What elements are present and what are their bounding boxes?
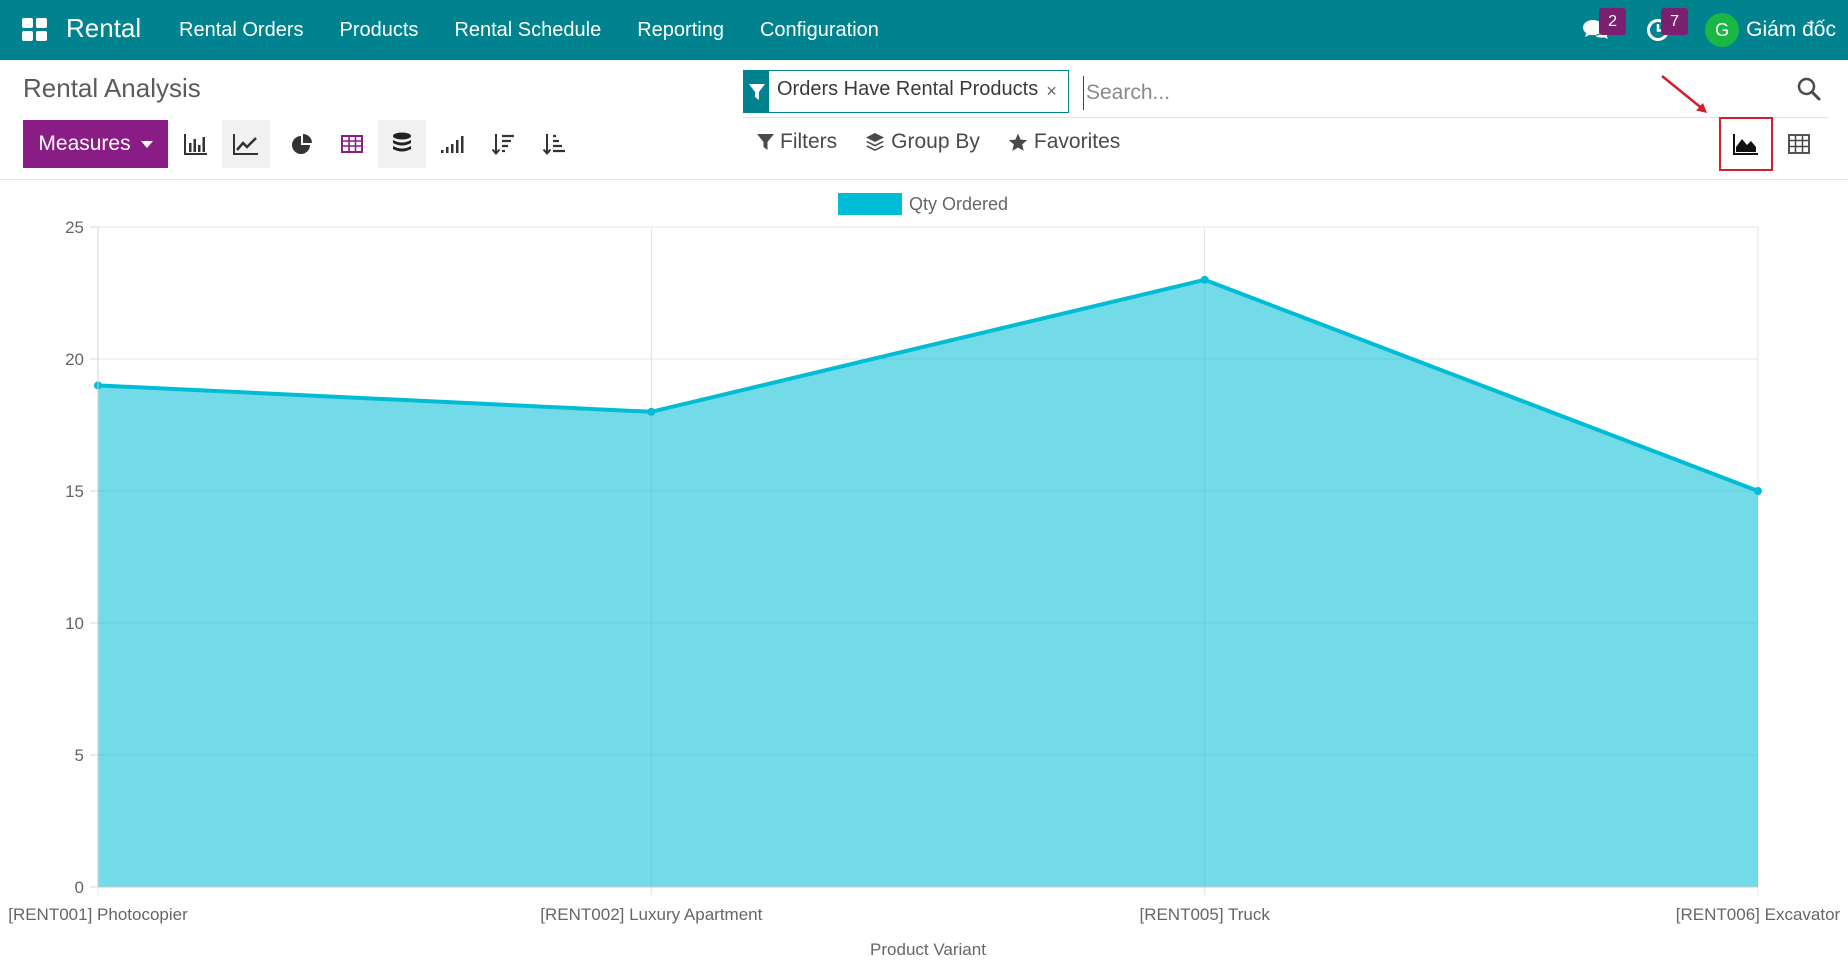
x-tick-label: [RENT001] Photocopier: [8, 905, 188, 924]
activities-badge: 7: [1661, 8, 1689, 35]
user-name: Giám đốc: [1746, 18, 1836, 41]
menu-rental-schedule[interactable]: Rental Schedule: [454, 19, 601, 42]
table-button[interactable]: [328, 120, 376, 168]
y-tick-label: 5: [75, 746, 84, 765]
favorites-label: Favorites: [1033, 130, 1121, 153]
measures-label: Measures: [38, 132, 131, 155]
star-icon: [1008, 133, 1028, 151]
filter-icon: [757, 134, 774, 150]
stacked-button[interactable]: [378, 120, 426, 168]
series-area: [98, 279, 1758, 887]
search-options: Filters Group By Favorites: [757, 130, 1120, 154]
main-menu: Rental Orders Products Rental Schedule R…: [179, 19, 915, 42]
legend-swatch[interactable]: [838, 193, 902, 215]
measures-button[interactable]: Measures: [23, 120, 168, 168]
table-icon: [341, 135, 363, 153]
cumulative-button[interactable]: [428, 120, 476, 168]
facet-remove-button[interactable]: ×: [1046, 71, 1068, 112]
activities-button[interactable]: 7: [1633, 0, 1689, 60]
layers-icon: [866, 133, 885, 151]
y-tick-label: 20: [65, 350, 84, 369]
legend-label[interactable]: Qty Ordered: [909, 194, 1008, 214]
systray: 2 7 G Giám đốc: [1571, 0, 1836, 60]
avatar: G: [1705, 13, 1740, 47]
data-point[interactable]: [1754, 487, 1762, 495]
cumulative-icon: [441, 136, 464, 153]
y-tick-label: 25: [65, 218, 84, 237]
page-title: Rental Analysis: [23, 73, 201, 103]
x-tick-label: [RENT006] Excavator: [1676, 905, 1841, 924]
graph-view: 0 5 10 15 20 25 [RENT001] Photocopier [RENT002]…: [0, 181, 1848, 966]
pie-chart-icon: [292, 134, 312, 154]
x-tick-label: [RENT005] Truck: [1139, 905, 1270, 924]
data-point[interactable]: [647, 407, 656, 416]
pivot-view-icon: [1788, 134, 1810, 154]
filter-facet-icon: [744, 71, 769, 112]
messages-badge: 2: [1599, 8, 1627, 35]
bar-chart-icon: [184, 134, 207, 155]
favorites-toggle[interactable]: Favorites: [1008, 130, 1120, 154]
top-navbar: Rental Rental Orders Products Rental Sch…: [0, 0, 1848, 60]
graph-view-icon: [1733, 134, 1758, 155]
search-icon: [1797, 77, 1821, 101]
search-button[interactable]: [1796, 76, 1828, 108]
bar-chart-button[interactable]: [172, 120, 220, 168]
sort-ascending-button[interactable]: [530, 120, 578, 168]
data-point[interactable]: [1200, 275, 1209, 284]
graph-view-button[interactable]: [1719, 117, 1773, 171]
menu-reporting[interactable]: Reporting: [637, 19, 724, 42]
pivot-view-button[interactable]: [1772, 117, 1826, 171]
menu-products[interactable]: Products: [340, 19, 419, 42]
menu-configuration[interactable]: Configuration: [760, 19, 879, 42]
search-facet: Orders Have Rental Products ×: [743, 70, 1070, 113]
apps-menu-icon[interactable]: [22, 18, 48, 42]
app-brand[interactable]: Rental: [66, 13, 141, 44]
x-tick-label: [RENT002] Luxury Apartment: [540, 905, 762, 924]
sort-descending-icon: [491, 134, 514, 156]
facet-value: Orders Have Rental Products: [777, 78, 1039, 100]
user-menu[interactable]: G Giám đốc: [1705, 13, 1836, 47]
groupby-toggle[interactable]: Group By: [865, 130, 980, 154]
area-chart: 0 5 10 15 20 25 [RENT001] Photocopier [RENT002]…: [8, 193, 1841, 959]
groupby-label: Group By: [891, 130, 980, 153]
y-tick-label: 10: [65, 614, 84, 633]
menu-rental-orders[interactable]: Rental Orders: [179, 19, 304, 42]
messages-button[interactable]: 2: [1571, 0, 1627, 60]
line-chart-icon: [233, 134, 258, 155]
x-axis-title: Product Variant: [870, 940, 986, 959]
caret-down-icon: [140, 140, 153, 148]
annotation-arrow-icon: [1661, 75, 1707, 113]
pie-chart-button[interactable]: [278, 120, 326, 168]
line-chart-button[interactable]: [222, 120, 270, 168]
control-panel-divider: [0, 179, 1848, 180]
filters-toggle[interactable]: Filters: [757, 130, 837, 154]
filters-label: Filters: [780, 130, 838, 153]
sort-ascending-icon: [542, 134, 565, 156]
y-tick-label: 15: [65, 482, 84, 501]
sort-descending-button[interactable]: [479, 120, 527, 168]
y-tick-label: 0: [75, 878, 84, 897]
stacked-icon: [393, 132, 411, 152]
